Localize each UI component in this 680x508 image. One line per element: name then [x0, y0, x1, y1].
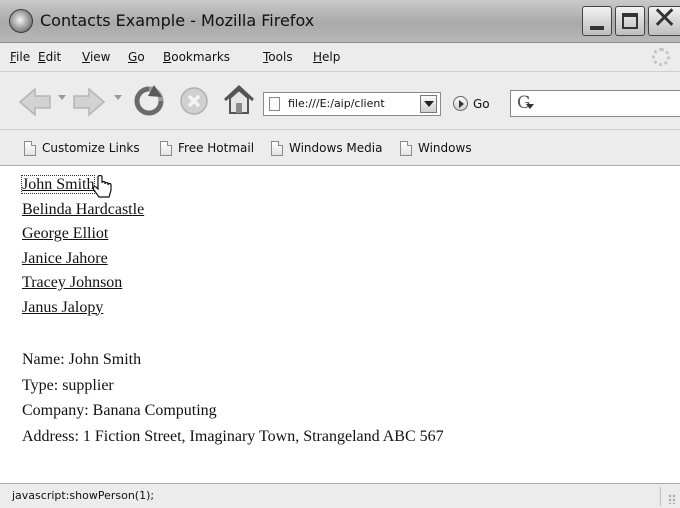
detail-address: Address: 1 Fiction Street, Imaginary Tow… — [22, 427, 444, 445]
activity-throbber-icon — [652, 48, 670, 66]
contact-link[interactable]: John Smith — [20, 175, 96, 194]
window-title: Contacts Example - Mozilla Firefox — [40, 11, 315, 30]
menu-go[interactable]: Go — [128, 50, 145, 64]
bookmark-page-icon — [400, 141, 412, 156]
status-divider — [660, 487, 661, 506]
list-item: John Smith — [20, 175, 144, 200]
page-content: John Smith Belinda Hardcastle George Ell… — [0, 166, 680, 483]
stop-icon[interactable] — [178, 85, 210, 117]
back-arrow-icon[interactable] — [18, 86, 52, 118]
contact-list: John Smith Belinda Hardcastle George Ell… — [20, 175, 144, 323]
list-item: George Elliot — [22, 224, 144, 249]
url-text[interactable]: file:///E:/aip/client — [288, 97, 414, 110]
menu-view[interactable]: View — [82, 50, 110, 64]
minimize-icon — [590, 26, 604, 30]
list-item: Janus Jalopy — [22, 298, 144, 323]
home-icon[interactable] — [222, 83, 256, 117]
google-g-icon[interactable]: G — [517, 93, 531, 113]
page-icon — [269, 97, 280, 111]
bookmark-label: Customize Links — [42, 141, 140, 155]
bookmark-label: Windows Media — [289, 141, 383, 155]
forward-arrow-icon[interactable] — [72, 86, 106, 118]
search-engine-dropdown-icon[interactable] — [526, 104, 534, 110]
menu-file[interactable]: File — [10, 50, 30, 64]
bookmark-label: Free Hotmail — [178, 141, 255, 155]
go-arrow-icon[interactable] — [453, 96, 468, 111]
detail-type: Type: supplier — [22, 376, 114, 394]
detail-company: Company: Banana Computing — [22, 402, 217, 419]
menu-edit[interactable]: Edit — [38, 50, 61, 64]
maximize-icon — [622, 13, 638, 29]
navigation-toolbar: file:///E:/aip/client Go G — [0, 72, 680, 130]
bookmarks-toolbar: Customize Links Free Hotmail Windows Med… — [0, 130, 680, 166]
close-button[interactable]: ✕ — [648, 1, 680, 36]
contact-link[interactable]: Janus Jalopy — [22, 299, 103, 316]
menu-bookmarks[interactable]: Bookmarks — [163, 50, 230, 64]
contact-link[interactable]: Tracey Johnson — [22, 274, 122, 291]
menu-help[interactable]: Help — [313, 50, 340, 64]
url-history-dropdown-button[interactable] — [420, 95, 437, 113]
go-button[interactable]: Go — [473, 97, 490, 111]
title-bar: Contacts Example - Mozilla Firefox ✕ — [0, 0, 680, 43]
contact-link[interactable]: Janice Jahore — [22, 250, 108, 267]
contact-link[interactable]: Belinda Hardcastle — [22, 201, 144, 218]
status-bar: javascript:showPerson(1); — [0, 483, 680, 508]
minimize-button[interactable] — [582, 6, 612, 36]
firefox-app-icon[interactable] — [9, 9, 33, 33]
reload-icon[interactable] — [132, 84, 166, 118]
maximize-button[interactable] — [615, 6, 645, 36]
contact-link[interactable]: George Elliot — [22, 225, 108, 242]
bookmark-page-icon — [160, 141, 172, 156]
close-icon: ✕ — [652, 1, 678, 36]
bookmark-page-icon — [24, 141, 36, 156]
bookmark-label: Windows — [418, 141, 472, 155]
url-bar[interactable]: file:///E:/aip/client — [263, 92, 441, 116]
list-item: Janice Jahore — [22, 249, 144, 274]
list-item: Tracey Johnson — [22, 273, 144, 298]
list-item: Belinda Hardcastle — [22, 200, 144, 225]
search-input[interactable]: G — [510, 90, 680, 117]
menu-bar: File Edit View Go Bookmarks Tools Help — [0, 43, 680, 72]
resize-grip-icon[interactable] — [668, 494, 676, 504]
menu-tools[interactable]: Tools — [263, 50, 293, 64]
detail-name: Name: John Smith — [22, 351, 142, 368]
bookmark-page-icon — [271, 141, 283, 156]
contact-details: Name: John Smith Type: supplier Company:… — [22, 350, 444, 452]
hand-pointer-cursor-icon — [92, 175, 112, 198]
back-history-dropdown-icon[interactable] — [58, 95, 66, 100]
forward-history-dropdown-icon[interactable] — [114, 95, 122, 100]
status-text: javascript:showPerson(1); — [12, 489, 155, 502]
chevron-down-icon — [424, 101, 434, 107]
